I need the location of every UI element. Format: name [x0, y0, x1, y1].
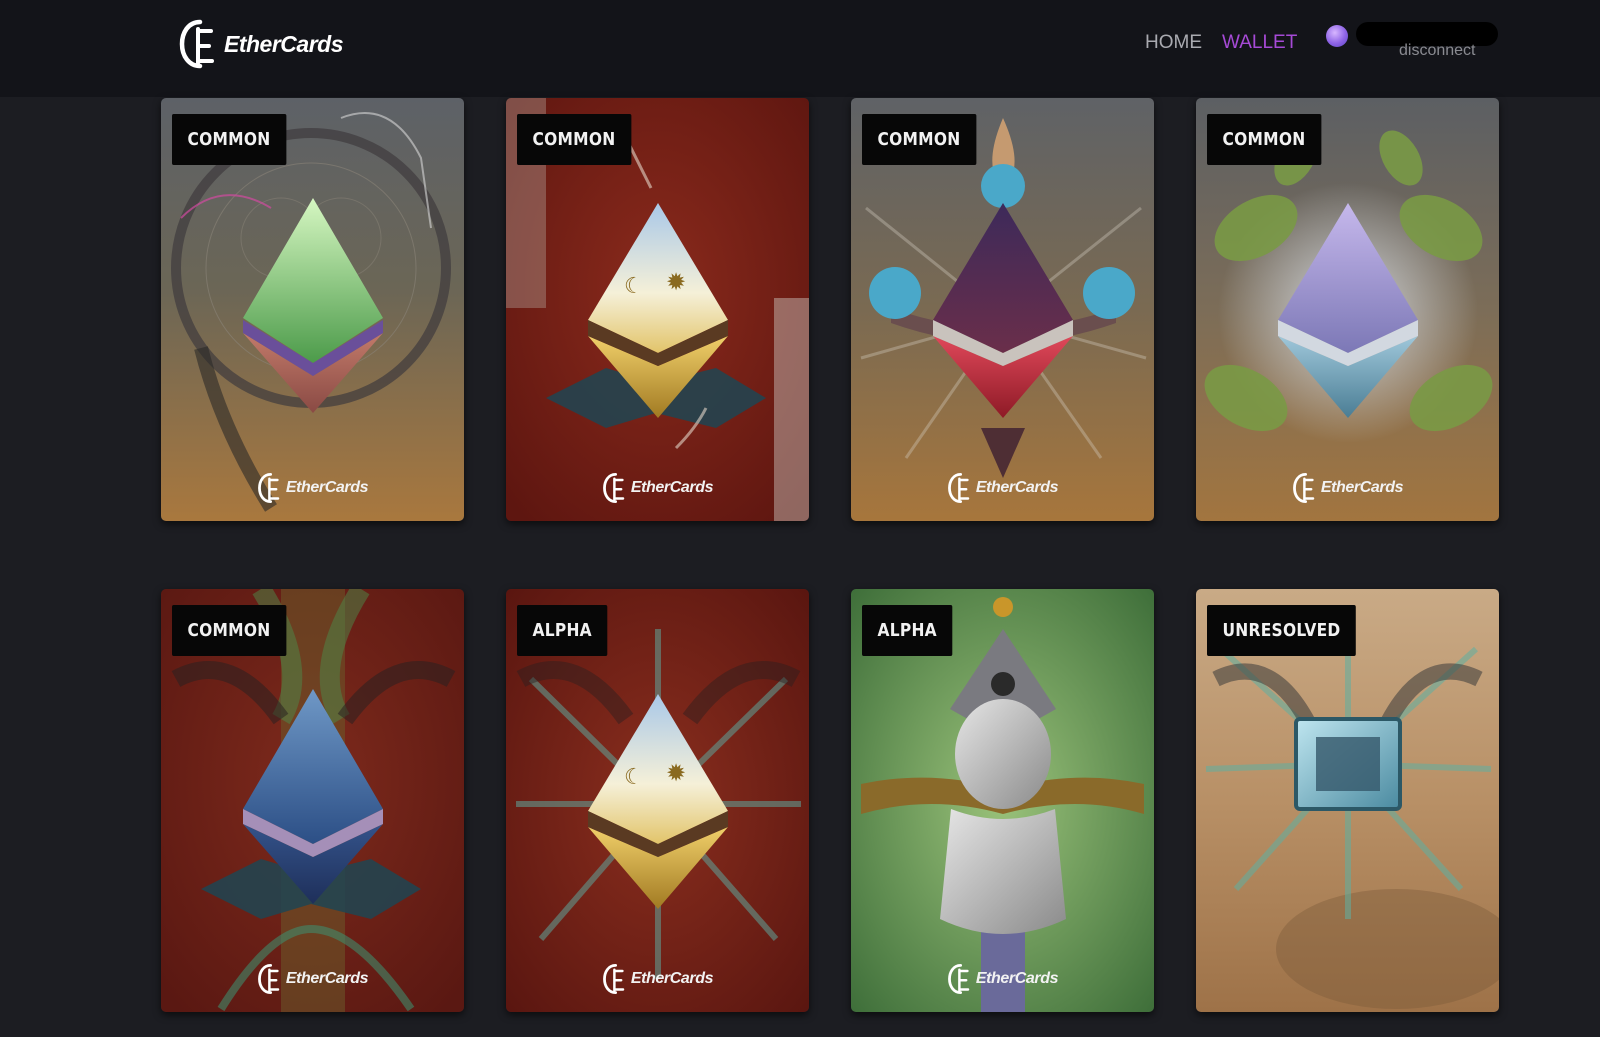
ethercards-logo[interactable]: EtherCards — [178, 18, 343, 70]
ethercards-logo-icon — [257, 963, 280, 995]
nav-home-link[interactable]: HOME — [1145, 32, 1202, 54]
card-brand: EtherCards — [506, 963, 809, 995]
rarity-badge: COMMON — [1207, 114, 1321, 165]
main-nav: HOME WALLET — [1145, 32, 1297, 54]
nft-card[interactable]: COMMON EtherCards — [851, 98, 1154, 521]
rarity-badge: UNRESOLVED — [1207, 605, 1357, 656]
svg-text:✹: ✹ — [666, 268, 686, 296]
nft-card[interactable]: UNRESOLVED — [1196, 589, 1499, 1012]
nft-card[interactable]: ALPHA EtherCards — [851, 589, 1154, 1012]
nft-card[interactable]: COMMON EtherCards — [161, 98, 464, 521]
wallet-avatar-icon — [1326, 25, 1348, 47]
ethercards-logo-icon — [257, 472, 280, 504]
rarity-badge: COMMON — [862, 114, 976, 165]
card-brand-text: EtherCards — [285, 970, 369, 987]
ethercards-logo-icon — [947, 472, 970, 504]
card-brand-text: EtherCards — [285, 479, 369, 496]
rarity-badge: ALPHA — [517, 605, 608, 656]
card-brand-text: EtherCards — [630, 970, 714, 987]
card-brand-text: EtherCards — [975, 479, 1059, 496]
ethercards-logo-icon — [602, 472, 625, 504]
rarity-badge: COMMON — [172, 114, 286, 165]
logo-text: EtherCards — [224, 30, 343, 57]
nft-card[interactable]: ☾ ✹ ALPHA EtherCards — [506, 589, 809, 1012]
ethercards-logo-icon — [602, 963, 625, 995]
card-brand: EtherCards — [851, 472, 1154, 504]
card-brand: EtherCards — [506, 472, 809, 504]
card-brand: EtherCards — [851, 963, 1154, 995]
ethercards-logo-icon — [179, 19, 214, 69]
top-navigation-bar: EtherCards HOME WALLET disconnect — [0, 0, 1600, 97]
nft-card[interactable]: ☾ ✹ COMMON EtherCards — [506, 98, 809, 521]
svg-text:☾: ☾ — [624, 274, 644, 299]
ethercards-logo-icon — [1292, 472, 1315, 504]
nft-card[interactable]: COMMON EtherCards — [161, 589, 464, 1012]
card-brand-text: EtherCards — [1320, 479, 1404, 496]
card-brand: EtherCards — [161, 472, 464, 504]
card-brand: EtherCards — [161, 963, 464, 995]
svg-text:✹: ✹ — [666, 759, 686, 787]
rarity-badge: COMMON — [172, 605, 286, 656]
svg-text:☾: ☾ — [624, 765, 644, 790]
disconnect-button[interactable]: disconnect — [1399, 42, 1476, 60]
card-brand: EtherCards — [1196, 472, 1499, 504]
ethercards-logo-icon — [947, 963, 970, 995]
rarity-badge: COMMON — [517, 114, 631, 165]
card-brand-text: EtherCards — [975, 970, 1059, 987]
card-brand-text: EtherCards — [630, 479, 714, 496]
account-area: disconnect — [1326, 22, 1498, 66]
nft-card[interactable]: COMMON EtherCards — [1196, 98, 1499, 521]
rarity-badge: ALPHA — [862, 605, 953, 656]
nav-wallet-link[interactable]: WALLET — [1222, 32, 1297, 54]
